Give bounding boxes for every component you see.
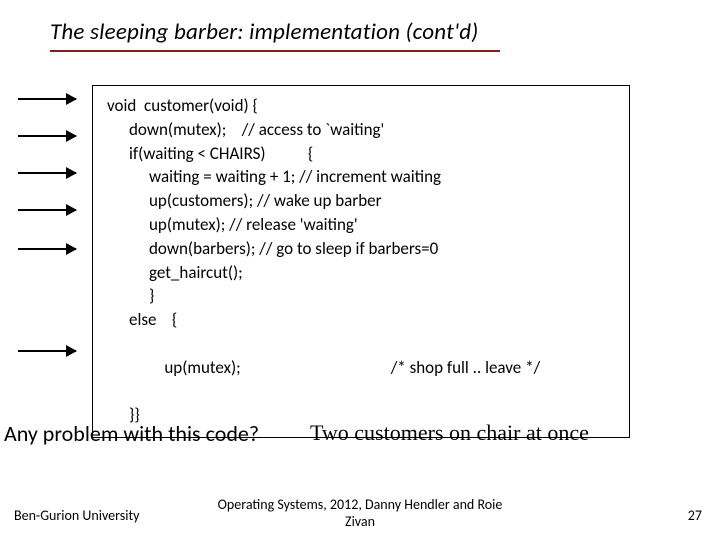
arrow-icon — [18, 209, 76, 211]
code-line: else { — [107, 308, 615, 332]
title-underline — [50, 50, 500, 52]
slide-title: The sleeping barber: implementation (con… — [50, 18, 478, 46]
code-line: up(customers); // wake up barber — [107, 189, 615, 213]
footer-center: Operating Systems, 2012, Danny Hendler a… — [0, 496, 720, 530]
code-block: void customer(void) { down(mutex); // ac… — [92, 85, 630, 438]
code-line: get_haircut(); — [107, 261, 615, 285]
code-line: void customer(void) { — [107, 94, 615, 118]
code-line: } — [107, 284, 615, 308]
code-line: waiting = waiting + 1; // increment wait… — [107, 165, 615, 189]
footer-center-line1: Operating Systems, 2012, Danny Hendler a… — [218, 496, 503, 513]
question-text: Any problem with this code? — [4, 420, 259, 447]
footer-center-line2: Zivan — [0, 513, 720, 530]
code-line: up(mutex); // release 'waiting' — [107, 213, 615, 237]
code-line: down(barbers); // go to sleep if barbers… — [107, 237, 615, 261]
arrow-icon — [18, 248, 76, 250]
arrow-icon — [18, 98, 76, 100]
code-text: up(mutex); — [164, 357, 240, 378]
page-number: 27 — [688, 507, 702, 524]
answer-text: Two customers on chair at once — [310, 420, 589, 446]
code-line: if(waiting < CHAIRS) { — [107, 142, 615, 166]
arrow-icon — [18, 350, 76, 352]
code-comment: /* shop full .. leave */ — [391, 356, 540, 380]
arrow-icon — [18, 135, 76, 137]
arrow-icon — [18, 172, 76, 174]
code-line: down(mutex); // access to `waiting' — [107, 118, 615, 142]
code-line: up(mutex); /* shop full .. leave */ — [107, 332, 615, 403]
